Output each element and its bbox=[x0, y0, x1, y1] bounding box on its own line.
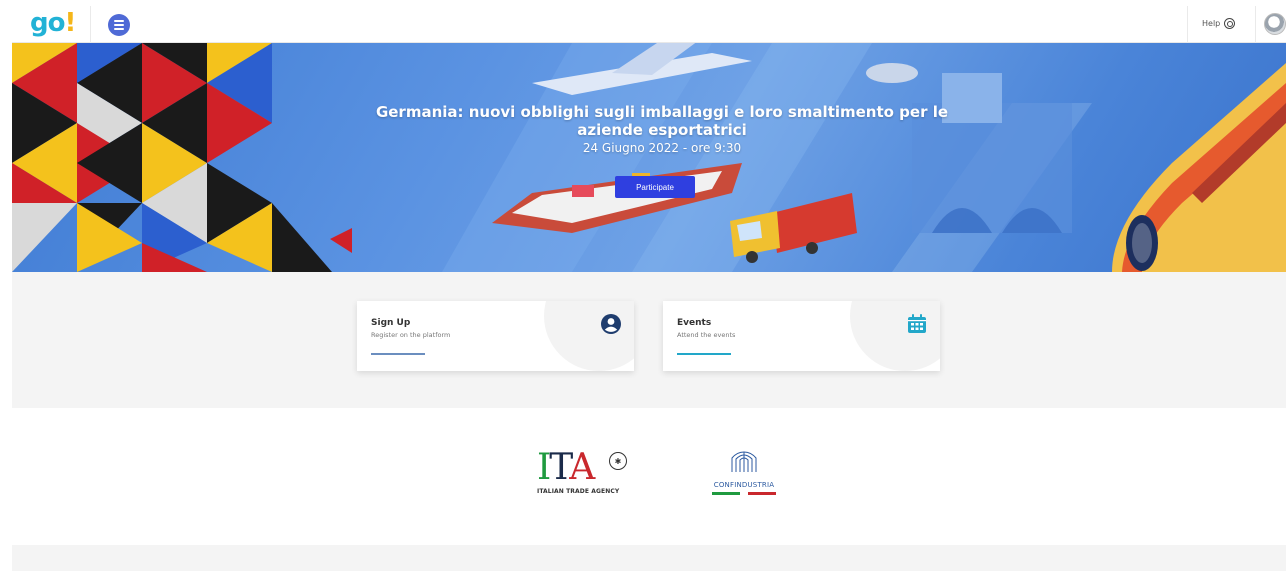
footer-band bbox=[12, 545, 1286, 571]
partner-logos: ITA ✱ ITALIAN TRADE AGENCY CONFINDUSTRIA bbox=[12, 408, 1286, 545]
confindustria-logo[interactable]: CONFINDUSTRIA bbox=[704, 450, 784, 495]
event-date: 24 Giugno 2022 - ore 9:30 bbox=[582, 141, 742, 155]
ita-subtitle: ITALIAN TRADE AGENCY bbox=[537, 488, 620, 495]
confindustria-bars bbox=[704, 492, 784, 495]
triangle-pattern bbox=[12, 43, 352, 272]
confindustria-label: CONFINDUSTRIA bbox=[713, 481, 775, 489]
help-label: Help bbox=[1202, 19, 1221, 28]
page: go! Help Germania: nuovi obblighi sugli … bbox=[12, 0, 1286, 571]
card-subtitle: Attend the events bbox=[677, 331, 736, 339]
hero-text: Germania: nuovi obblighi sugli imballagg… bbox=[342, 103, 982, 155]
signup-card[interactable]: Sign Up Register on the platform bbox=[357, 301, 634, 371]
divider bbox=[1187, 6, 1188, 43]
confindustria-emblem-icon bbox=[731, 451, 757, 472]
divider bbox=[1255, 6, 1256, 43]
help-circle-icon bbox=[1224, 18, 1236, 29]
hamburger-menu-icon[interactable] bbox=[108, 14, 130, 36]
top-bar: go! Help bbox=[12, 6, 1286, 43]
ita-logo[interactable]: ITA ✱ ITALIAN TRADE AGENCY bbox=[537, 450, 637, 495]
events-card[interactable]: Events Attend the events bbox=[663, 301, 940, 371]
card-subtitle: Register on the platform bbox=[371, 331, 451, 339]
logo-text: go bbox=[30, 8, 65, 38]
calendar-icon bbox=[908, 314, 926, 333]
card-title: Sign Up bbox=[371, 318, 411, 328]
go-logo[interactable]: go! bbox=[30, 8, 76, 38]
hero-illustration bbox=[12, 43, 1286, 272]
card-decoration bbox=[544, 301, 634, 371]
logo-bang: ! bbox=[64, 8, 76, 38]
card-title: Events bbox=[677, 318, 712, 328]
cards-section: Sign Up Register on the platform Events … bbox=[12, 272, 1286, 408]
participate-button[interactable]: Participate bbox=[615, 176, 695, 198]
help-button[interactable]: Help bbox=[1202, 18, 1236, 29]
event-title: Germania: nuovi obblighi sugli imballagg… bbox=[375, 103, 949, 139]
card-underline bbox=[371, 353, 425, 355]
divider bbox=[90, 6, 91, 43]
card-underline bbox=[677, 353, 731, 355]
user-circle-icon bbox=[601, 314, 621, 334]
card-decoration bbox=[850, 301, 940, 371]
hero-banner: Germania: nuovi obblighi sugli imballagg… bbox=[12, 43, 1286, 272]
user-avatar-icon[interactable] bbox=[1264, 13, 1286, 35]
ita-emblem-icon: ✱ bbox=[609, 452, 627, 470]
